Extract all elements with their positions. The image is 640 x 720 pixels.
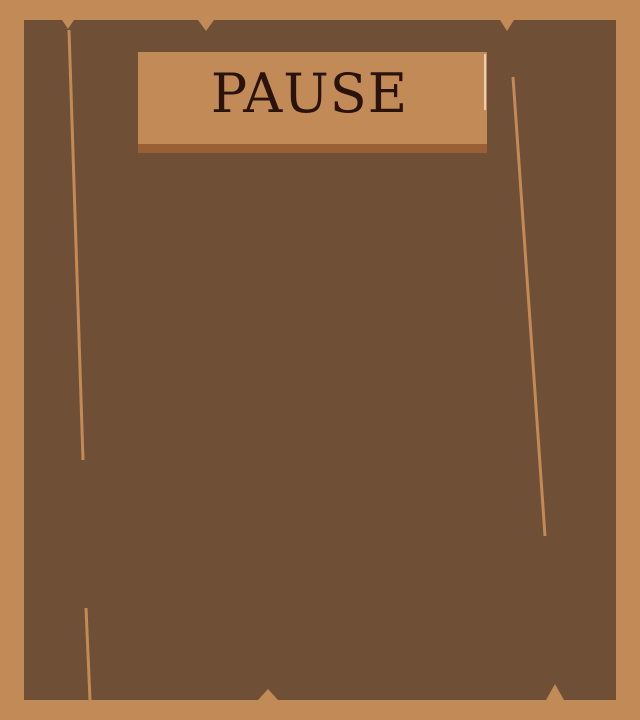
pause-title: PAUSE <box>210 62 409 125</box>
pause-menu-frame: PAUSE <box>0 0 640 720</box>
pause-title-plank: PAUSE <box>138 52 487 153</box>
